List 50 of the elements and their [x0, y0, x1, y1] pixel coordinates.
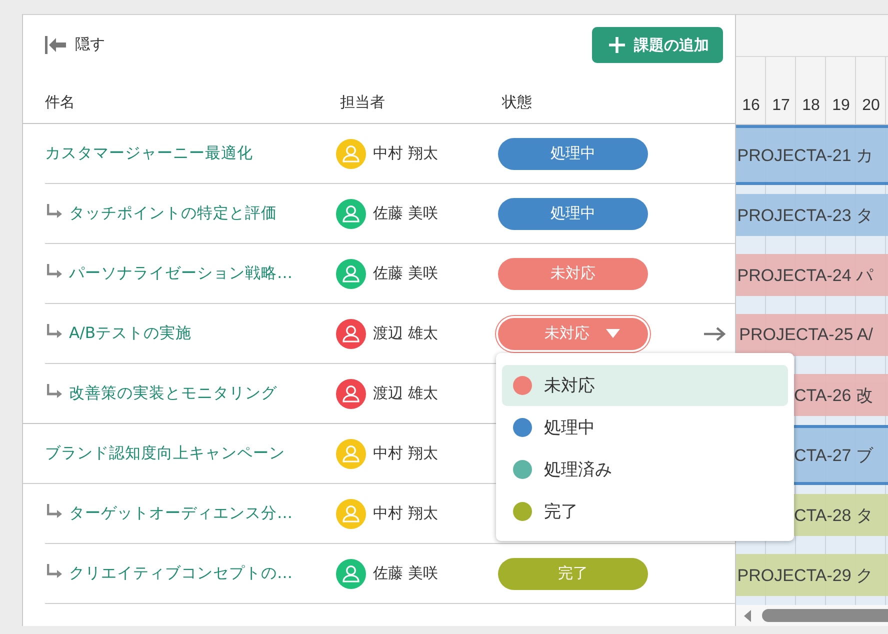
issue-link[interactable]: ターゲットオーディエンス分…	[69, 503, 292, 524]
status-option[interactable]: 未対応	[502, 365, 788, 406]
subtask-icon	[47, 204, 63, 220]
assignee-name: 渡辺 雄太	[373, 324, 438, 343]
issue-link[interactable]: 改善策の実装とモニタリング	[69, 383, 277, 404]
column-header: 状態	[502, 93, 532, 112]
status-badge[interactable]: 未対応	[498, 258, 648, 290]
subtask-icon	[47, 564, 63, 580]
status-dropdown[interactable]: 未対応	[498, 318, 648, 350]
task-bar[interactable]: PROJECTA-29 ク	[736, 554, 888, 596]
caret-icon	[606, 329, 620, 338]
status-badge[interactable]: 処理中	[498, 198, 648, 230]
day-label: 20	[861, 97, 881, 116]
issue-link[interactable]: クリエイティブコンセプトの…	[69, 563, 292, 584]
task-bar[interactable]: PROJECTA-21 カ	[736, 125, 888, 185]
collapse-left-icon	[45, 36, 67, 54]
day-label: 18	[801, 97, 821, 116]
issue-link[interactable]: A/Bテストの実施	[69, 323, 192, 344]
status-badge[interactable]: 処理中	[498, 138, 648, 170]
assignee-name: 中村 翔太	[373, 504, 438, 523]
subtask-icon	[47, 384, 63, 400]
arrow-right-icon	[704, 326, 726, 340]
task-bar[interactable]: PROJECTA-24 パ	[736, 254, 888, 296]
scrollbar-thumb[interactable]	[762, 609, 888, 622]
issue-link[interactable]: タッチポイントの特定と評価	[69, 203, 277, 224]
add-issue-button[interactable]: 課題の追加	[592, 27, 723, 63]
issue-link[interactable]: パーソナライゼーション戦略…	[69, 263, 292, 284]
issue-link[interactable]: カスタマージャーニー最適化	[45, 143, 253, 164]
status-badge[interactable]: 完了	[498, 558, 648, 590]
assignee-name: 中村 翔太	[373, 444, 438, 463]
column-header: 件名	[45, 93, 75, 112]
assignee-name: 佐藤 美咲	[373, 264, 438, 283]
assignee-name: 中村 翔太	[373, 144, 438, 163]
subtask-icon	[47, 504, 63, 520]
task-bar[interactable]: PROJECTA-23 タ	[736, 194, 888, 236]
scroll-left-icon[interactable]	[744, 610, 751, 622]
subtask-icon	[47, 264, 63, 280]
issue-link[interactable]: ブランド認知度向上キャンペーン	[45, 443, 285, 464]
assignee-name: 佐藤 美咲	[373, 204, 438, 223]
plus-icon	[609, 37, 625, 53]
day-label: 19	[831, 97, 851, 116]
assignee-name: 渡辺 雄太	[373, 384, 438, 403]
subtask-icon	[47, 324, 63, 340]
day-label: 17	[771, 97, 791, 116]
hide-button[interactable]: 隠す	[45, 35, 105, 54]
day-label: 16	[741, 97, 761, 116]
task-bar[interactable]: PROJECTA-25 A/	[736, 314, 888, 356]
assignee-name: 佐藤 美咲	[373, 564, 438, 583]
horizontal-scrollbar[interactable]	[736, 605, 888, 626]
column-header: 担当者	[340, 93, 385, 112]
